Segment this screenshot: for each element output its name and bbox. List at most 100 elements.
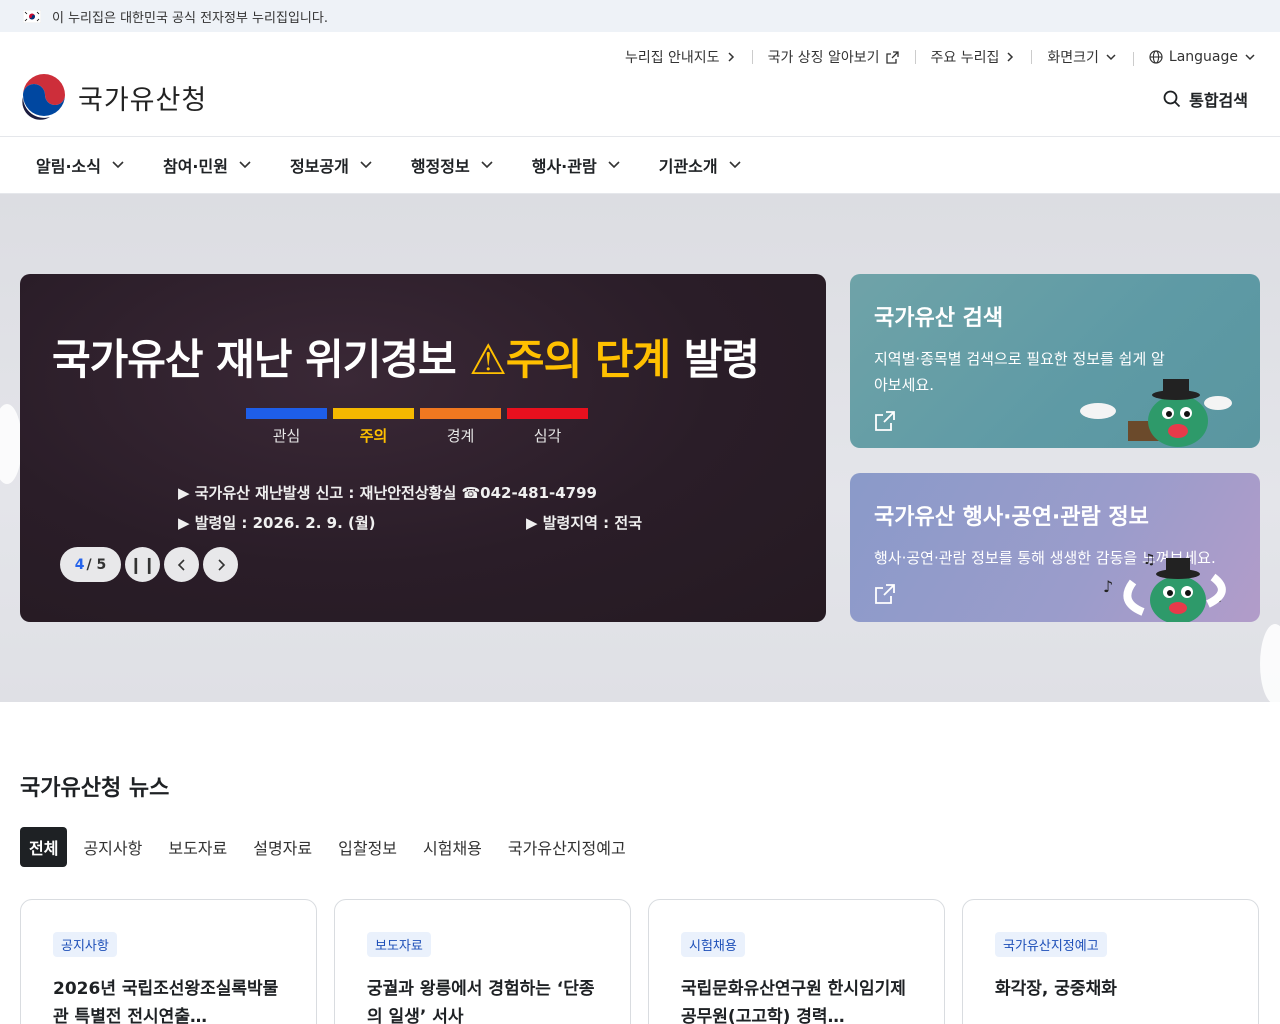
tab-designation-notice[interactable]: 국가유산지정예고 [508, 827, 626, 867]
nav-events[interactable]: 행사·관람 [532, 153, 621, 177]
nav-label: 행사·관람 [531, 157, 597, 176]
util-language-dropdown[interactable]: Language [1132, 49, 1256, 66]
hero-section: 국가유산 재난 위기경보 ⚠주의 단계 발령 관심 주의 경계 심각 ▶ 국가유… [0, 194, 1280, 702]
report-line: ▶ 국가유산 재난발생 신고 : 재난안전상황실 ☎042-481-4799 [178, 484, 597, 502]
util-sitemap-link[interactable]: 누리집 안내지도 [609, 47, 752, 67]
cloud-decoration [1260, 624, 1280, 702]
tab-explanations[interactable]: 설명자료 [253, 827, 312, 867]
alert-level: 경계 [420, 408, 501, 446]
slider-controls: 4 / 5 ❙❙ [60, 547, 238, 582]
banner-title-warning: ⚠주의 단계 [469, 335, 671, 384]
alert-level-label: 주의 [359, 427, 388, 445]
category-badge: 보도자료 [367, 932, 431, 957]
external-link-icon [875, 584, 895, 604]
svg-text:♪: ♪ [1103, 577, 1113, 596]
tab-recruitment[interactable]: 시험채용 [423, 827, 482, 867]
tab-press-releases[interactable]: 보도자료 [168, 827, 227, 867]
alert-level-scale: 관심 주의 경계 심각 [246, 408, 588, 446]
tab-notices[interactable]: 공지사항 [83, 827, 142, 867]
chevron-right-icon [1007, 52, 1014, 62]
alert-level-label: 관심 [272, 427, 301, 445]
util-label: 국가 상징 알아보기 [767, 50, 880, 66]
nav-participation[interactable]: 참여·민원 [163, 153, 252, 177]
slide-current: 4 [74, 556, 85, 573]
mascot-illustration-icon: ♪ ♫ ♪ [1103, 552, 1226, 622]
utility-nav: 누리집 안내지도 국가 상징 알아보기 주요 누리집 화면크기 Language [609, 47, 1256, 67]
chevron-down-icon [112, 161, 124, 169]
nav-label: 정보공개 [289, 157, 349, 176]
alert-level: 관심 [246, 408, 327, 446]
search-icon [1163, 90, 1181, 108]
heritage-search-card[interactable]: 국가유산 검색 지역별·종목별 검색으로 필요한 정보를 쉽게 알아보세요. [850, 274, 1260, 448]
util-label: 주요 누리집 [930, 50, 1000, 66]
cloud-decoration [0, 404, 22, 484]
card-title: 국가유산 행사·공연·관람 정보 [874, 505, 1149, 530]
news-title: 화각장, 궁중채화 [995, 979, 1117, 999]
integrated-search-button[interactable]: 통합검색 [1163, 87, 1248, 111]
category-badge: 시험채용 [681, 932, 745, 957]
search-label: 통합검색 [1189, 91, 1248, 110]
gov-banner-text: 이 누리집은 대한민국 공식 전자정부 누리집입니다. [52, 10, 328, 26]
mascot-illustration-icon [1080, 379, 1232, 447]
slide-total: / 5 [86, 556, 107, 573]
category-badge: 국가유산지정예고 [995, 932, 1107, 957]
next-slide-button[interactable] [203, 547, 238, 582]
util-label: 누리집 안내지도 [624, 50, 720, 66]
util-label: Language [1168, 49, 1238, 65]
region-line: ▶ 발령지역 : 전국 [526, 514, 643, 532]
chevron-down-icon [360, 161, 372, 169]
site-logo[interactable]: 국가유산청 [20, 73, 207, 121]
taegukgi-flag-icon [22, 9, 42, 23]
nav-label: 알림·소식 [36, 157, 101, 176]
chevron-left-icon [177, 558, 185, 571]
nav-label: 행정정보 [410, 157, 470, 176]
banner-title-end: 발령 [683, 335, 760, 384]
nav-news[interactable]: 알림·소식 [36, 153, 125, 177]
banner-title-main: 국가유산 재난 위기경보 [52, 335, 457, 384]
disaster-alert-banner[interactable]: 국가유산 재난 위기경보 ⚠주의 단계 발령 관심 주의 경계 심각 ▶ 국가유… [20, 274, 826, 622]
nav-administration[interactable]: 행정정보 [411, 153, 494, 177]
prev-slide-button[interactable] [164, 547, 199, 582]
nav-disclosure[interactable]: 정보공개 [290, 153, 373, 177]
external-link-icon [885, 50, 899, 64]
util-screen-size-dropdown[interactable]: 화면크기 [1031, 47, 1133, 67]
gov-banner: 이 누리집은 대한민국 공식 전자정부 누리집입니다. [0, 0, 1280, 32]
date-line: ▶ 발령일 : 2026. 2. 9. (월) [178, 514, 376, 532]
alert-level: 심각 [507, 408, 588, 446]
external-link-icon [875, 411, 895, 431]
chevron-right-icon [728, 52, 734, 62]
chevron-down-icon [608, 161, 620, 169]
util-major-sites-link[interactable]: 주요 누리집 [914, 47, 1032, 67]
banner-title: 국가유산 재난 위기경보 ⚠주의 단계 발령 [52, 326, 760, 387]
chevron-down-icon [481, 161, 493, 169]
tab-all[interactable]: 전체 [20, 827, 68, 867]
site-name: 국가유산청 [78, 84, 208, 116]
alert-level-label: 경계 [446, 427, 475, 445]
news-card[interactable]: 보도자료 궁궐과 왕릉에서 경험하는 ‘단종의 일생’ 서사 [334, 899, 631, 1024]
tab-bids[interactable]: 입찰정보 [338, 827, 397, 867]
pause-icon: ❙❙ [129, 555, 156, 574]
chevron-down-icon [1245, 54, 1255, 61]
main-nav: 알림·소식 참여·민원 정보공개 행정정보 행사·관람 기관소개 [0, 137, 1280, 194]
nav-about[interactable]: 기관소개 [659, 153, 742, 177]
heritage-events-card[interactable]: 국가유산 행사·공연·관람 정보 행사·공연·관람 정보를 통해 생생한 감동을… [850, 473, 1260, 622]
site-header: 국가유산청 누리집 안내지도 국가 상징 알아보기 주요 누리집 화면크기 La… [0, 32, 1280, 137]
chevron-down-icon [1106, 54, 1116, 61]
category-badge: 공지사항 [53, 932, 117, 957]
chevron-down-icon [729, 161, 741, 169]
chevron-down-icon [239, 161, 251, 169]
news-card[interactable]: 시험채용 국립문화유산연구원 한시임기제공무원(고고학) 경력… [648, 899, 945, 1024]
news-tabs: 전체 공지사항 보도자료 설명자료 입찰정보 시험채용 국가유산지정예고 [20, 827, 652, 867]
util-label: 화면크기 [1047, 50, 1099, 66]
pause-button[interactable]: ❙❙ [125, 547, 160, 582]
alert-level-label: 심각 [533, 427, 562, 445]
news-card-list: 공지사항 2026년 국립조선왕조실록박물관 특별전 전시연출… 보도자료 궁궐… [20, 899, 1259, 1024]
news-card[interactable]: 국가유산지정예고 화각장, 궁중채화 [962, 899, 1259, 1024]
alert-level-active: 주의 [333, 408, 414, 446]
news-section-title: 국가유산청 뉴스 [20, 776, 170, 801]
news-card[interactable]: 공지사항 2026년 국립조선왕조실록박물관 특별전 전시연출… [20, 899, 317, 1024]
card-title: 국가유산 검색 [874, 306, 1004, 331]
news-title: 궁궐과 왕릉에서 경험하는 ‘단종의 일생’ 서사 [367, 979, 595, 1024]
government-emblem-icon [22, 74, 66, 120]
util-national-symbols-link[interactable]: 국가 상징 알아보기 [751, 47, 915, 67]
